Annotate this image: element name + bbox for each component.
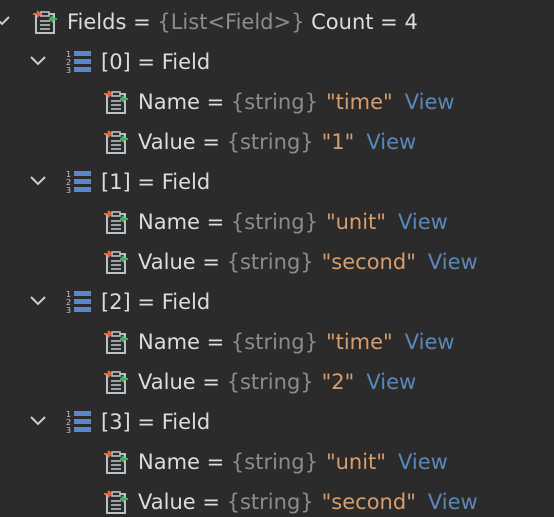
chevron-down-icon[interactable] xyxy=(0,11,12,31)
list-icon xyxy=(65,168,93,196)
property-icon xyxy=(103,249,129,275)
property-value: "1" xyxy=(321,130,355,154)
property-name: Name xyxy=(138,330,200,354)
tree-row-property[interactable]: Name = {string} "time" View xyxy=(103,82,455,122)
view-link[interactable]: View xyxy=(366,130,416,154)
property-icon xyxy=(103,89,129,115)
equals-sign: = xyxy=(199,210,231,234)
view-link[interactable]: View xyxy=(428,490,478,514)
item-label: [0] = Field xyxy=(101,50,211,74)
root-name: Fields xyxy=(67,10,127,34)
view-link[interactable]: View xyxy=(405,90,455,114)
property-value: "time" xyxy=(325,330,393,354)
property-name: Name xyxy=(138,450,200,474)
tree-row-item[interactable]: [1] = Field xyxy=(65,162,210,202)
chevron-down-icon[interactable] xyxy=(28,411,48,431)
property-type: {string} xyxy=(226,370,314,394)
equals-sign: = xyxy=(199,330,231,354)
chevron-down-icon[interactable] xyxy=(28,51,48,71)
property-value: "2" xyxy=(321,370,355,394)
property-icon xyxy=(103,129,129,155)
list-icon xyxy=(65,288,93,316)
tree-row-property[interactable]: Name = {string} "time" View xyxy=(103,322,455,362)
property-value: "unit" xyxy=(325,450,386,474)
view-link[interactable]: View xyxy=(398,210,448,234)
equals-sign: = xyxy=(199,450,231,474)
property-type: {string} xyxy=(230,450,318,474)
list-icon xyxy=(65,48,93,76)
tree-row-property[interactable]: Value = {string} "second" View xyxy=(103,242,478,282)
chevron-down-icon[interactable] xyxy=(28,171,48,191)
list-icon xyxy=(65,408,93,436)
equals-sign: = xyxy=(195,490,227,514)
view-link[interactable]: View xyxy=(405,330,455,354)
equals-sign: = xyxy=(195,130,227,154)
property-icon xyxy=(32,9,58,35)
property-name: Value xyxy=(138,250,196,274)
property-name: Value xyxy=(138,490,196,514)
view-link[interactable]: View xyxy=(366,370,416,394)
root-count: Count = 4 xyxy=(304,10,418,34)
item-label: [3] = Field xyxy=(101,410,211,434)
equals-sign: = xyxy=(195,250,227,274)
property-value: "time" xyxy=(325,90,393,114)
property-type: {string} xyxy=(230,330,318,354)
property-icon xyxy=(103,329,129,355)
property-name: Value xyxy=(138,130,196,154)
equals-sign: = xyxy=(195,370,227,394)
item-label: [2] = Field xyxy=(101,290,211,314)
property-type: {string} xyxy=(230,90,318,114)
property-value: "unit" xyxy=(325,210,386,234)
property-name: Name xyxy=(138,210,200,234)
tree-row-property[interactable]: Value = {string} "2" View xyxy=(103,362,416,402)
root-type: {List<Field>} xyxy=(157,10,305,34)
equals-sign: = xyxy=(126,10,158,34)
view-link[interactable]: View xyxy=(398,450,448,474)
tree-row-property[interactable]: Name = {string} "unit" View xyxy=(103,202,448,242)
property-icon xyxy=(103,209,129,235)
property-value: "second" xyxy=(321,250,416,274)
property-type: {string} xyxy=(226,130,314,154)
property-type: {string} xyxy=(230,210,318,234)
view-link[interactable]: View xyxy=(428,250,478,274)
property-type: {string} xyxy=(226,490,314,514)
property-icon xyxy=(103,489,129,515)
tree-row-property[interactable]: Name = {string} "unit" View xyxy=(103,442,448,482)
tree-row-property[interactable]: Value = {string} "second" View xyxy=(103,482,478,517)
tree-row-fields[interactable]: Fields = {List<Field>} Count = 4 xyxy=(32,2,418,42)
tree-row-property[interactable]: Value = {string} "1" View xyxy=(103,122,416,162)
tree-row-item[interactable]: [3] = Field xyxy=(65,402,210,442)
equals-sign: = xyxy=(199,90,231,114)
property-value: "second" xyxy=(321,490,416,514)
tree-row-item[interactable]: [0] = Field xyxy=(65,42,210,82)
tree-row-item[interactable]: [2] = Field xyxy=(65,282,210,322)
property-icon xyxy=(103,449,129,475)
property-name: Name xyxy=(138,90,200,114)
property-icon xyxy=(103,369,129,395)
item-label: [1] = Field xyxy=(101,170,211,194)
chevron-down-icon[interactable] xyxy=(28,291,48,311)
property-type: {string} xyxy=(226,250,314,274)
property-name: Value xyxy=(138,370,196,394)
